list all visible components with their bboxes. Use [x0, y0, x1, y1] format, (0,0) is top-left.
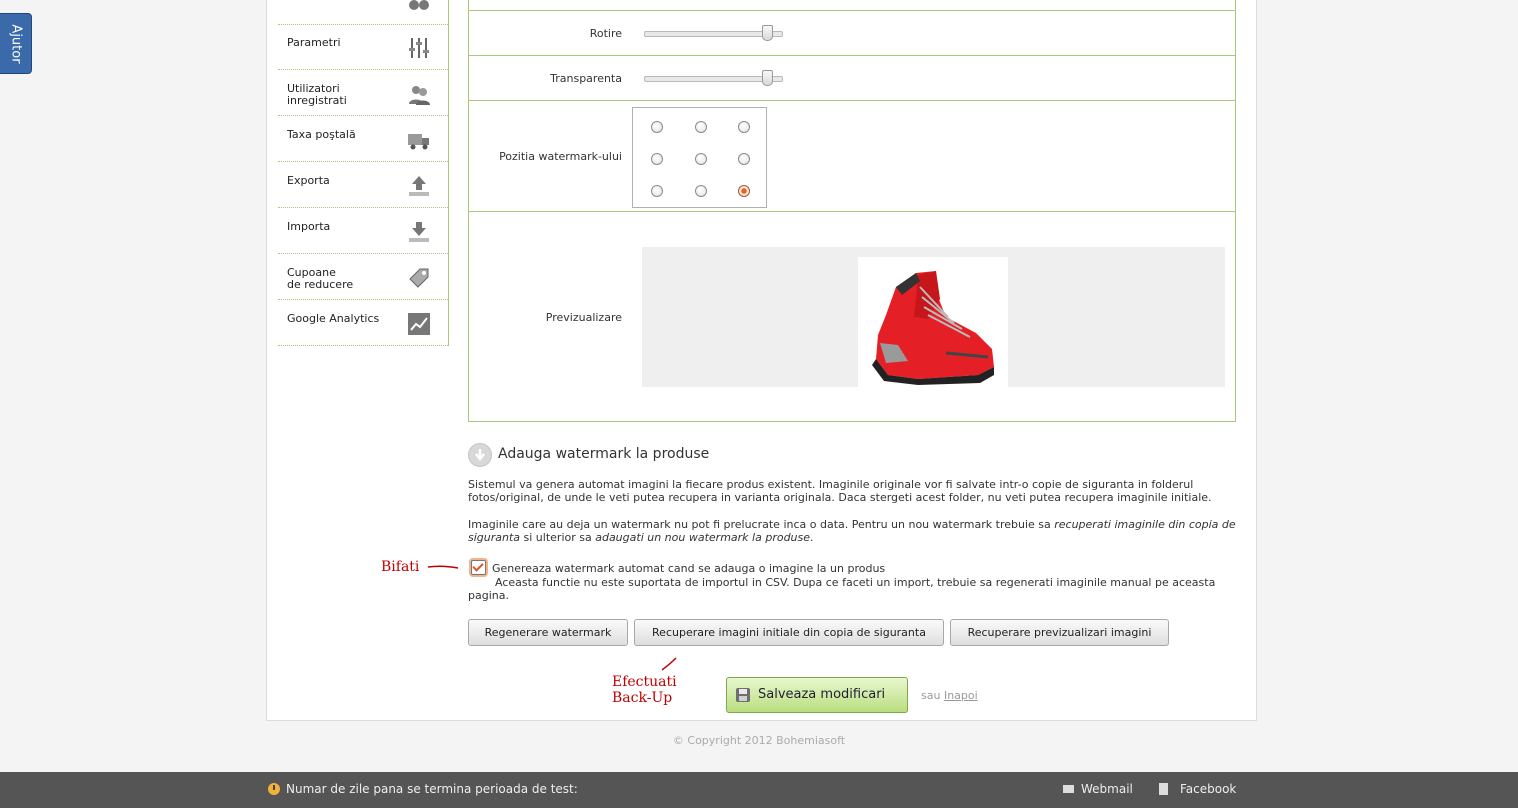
rotation-slider[interactable] — [644, 25, 783, 41]
mail-icon — [1063, 785, 1074, 793]
back-link-group: sau Inapoi — [921, 689, 978, 702]
facebook-link[interactable]: Facebook — [1180, 782, 1236, 796]
panel-top-row — [469, 0, 1235, 11]
position-label: Pozitia watermark-ului — [499, 150, 622, 163]
info-icon — [409, 0, 429, 10]
position-radio-r1-c3[interactable] — [738, 121, 750, 133]
position-radio-r1-c2[interactable] — [695, 121, 707, 133]
download-icon — [409, 222, 429, 242]
annotation-arrow-check — [427, 565, 459, 569]
analytics-icon — [408, 313, 430, 335]
annotation-arrow-backup — [661, 657, 677, 671]
rotation-label: Rotire — [589, 27, 622, 40]
position-radio-r3-c3[interactable] — [738, 185, 750, 197]
main-content: Parametri Utilizatori inregistrati Taxa p… — [266, 0, 1257, 721]
upload-icon — [409, 176, 429, 196]
rotation-row: Rotire — [469, 11, 1235, 56]
annotation-backup: Efectuati Back-Up — [612, 674, 677, 706]
facebook-icon — [1159, 783, 1168, 795]
transparency-slider-handle[interactable] — [762, 70, 773, 86]
truck-icon — [408, 134, 429, 150]
floppy-disk-icon — [736, 688, 750, 702]
regenerate-watermark-button[interactable]: Regenerare watermark — [468, 619, 628, 646]
recover-original-images-button[interactable]: Recuperare imagini initiale din copia de… — [634, 619, 944, 646]
sidebar-item-users[interactable]: Utilizatori inregistrati — [278, 70, 448, 116]
sidebar-item-label: Taxa poştală — [287, 128, 356, 141]
position-radio-r3-c1[interactable] — [651, 185, 663, 197]
copyright: © Copyright 2012 Bohemiasoft — [672, 734, 846, 747]
sidebar-item-postage[interactable]: Taxa poştală — [278, 116, 448, 162]
note-paragraph: Imaginile care au deja un watermark nu p… — [468, 518, 1236, 544]
sidebar-item-parametri[interactable]: Parametri — [278, 24, 448, 70]
watermark-settings-panel: Rotire Transparenta Pozitia watermark-ul… — [468, 0, 1236, 422]
sidebar-item-label: Parametri — [287, 36, 341, 49]
arrow-down-circle-icon — [468, 443, 492, 467]
back-link[interactable]: Inapoi — [944, 689, 978, 702]
annotation-check: Bifati — [381, 559, 420, 575]
transparency-label: Transparenta — [550, 72, 622, 85]
preview-area — [642, 247, 1225, 387]
sidebar-item-label: Exporta — [287, 174, 330, 187]
sidebar-item-partial — [278, 0, 448, 25]
position-radio-r3-c2[interactable] — [695, 185, 707, 197]
webmail-link[interactable]: Webmail — [1081, 782, 1133, 796]
preview-label: Previzualizare — [545, 311, 622, 324]
auto-watermark-checkbox[interactable] — [471, 560, 486, 575]
position-radio-r1-c1[interactable] — [651, 121, 663, 133]
sidebar-item-coupons[interactable]: Cupoane de reducere — [278, 254, 448, 300]
section-title-text: Adauga watermark la produse — [498, 446, 710, 462]
position-radio-r2-c3[interactable] — [738, 153, 750, 165]
preview-row: Previzualizare — [469, 212, 1235, 422]
transparency-slider[interactable] — [644, 70, 783, 86]
sidebar-item-export[interactable]: Exporta — [278, 162, 448, 208]
help-tab[interactable]: Ajutor — [0, 13, 32, 74]
trial-days-text: Numar de zile pana se termina perioada d… — [286, 782, 578, 796]
sidebar: Parametri Utilizatori inregistrati Taxa p… — [278, 0, 449, 346]
sidebar-item-label: Importa — [287, 220, 331, 233]
auto-watermark-note: Aceasta functie nu este suportata de imp… — [468, 576, 1216, 602]
transparency-row: Transparenta — [469, 56, 1235, 101]
sliders-icon — [409, 38, 429, 58]
position-radio-r2-c1[interactable] — [651, 153, 663, 165]
clock-icon — [268, 783, 280, 795]
save-button[interactable]: Salveaza modificari — [726, 677, 908, 713]
sidebar-item-analytics[interactable]: Google Analytics — [278, 300, 448, 346]
sidebar-item-label: Google Analytics — [287, 312, 380, 325]
description-paragraph: Sistemul va genera automat imagini la fi… — [468, 478, 1212, 504]
sidebar-item-import[interactable]: Importa — [278, 208, 448, 254]
save-button-label: Salveaza modificari — [758, 687, 886, 702]
position-row: Pozitia watermark-ului — [469, 101, 1235, 212]
tag-icon — [409, 268, 429, 288]
rotation-slider-handle[interactable] — [762, 25, 773, 41]
sidebar-item-label: Utilizatori inregistrati — [287, 82, 347, 107]
boot-image — [872, 271, 994, 385]
auto-watermark-label: Genereaza watermark automat cand se adau… — [492, 562, 886, 575]
recover-previews-button[interactable]: Recuperare previzualizari imagini — [950, 619, 1169, 646]
preview-image — [858, 257, 1008, 387]
footer-bar: Numar de zile pana se termina perioada d… — [0, 772, 1518, 808]
users-icon — [409, 86, 430, 105]
position-grid — [632, 107, 767, 208]
sidebar-item-label: Cupoane de reducere — [287, 266, 354, 291]
position-radio-r2-c2[interactable] — [695, 153, 707, 165]
help-tab-label: Ajutor — [8, 23, 23, 64]
